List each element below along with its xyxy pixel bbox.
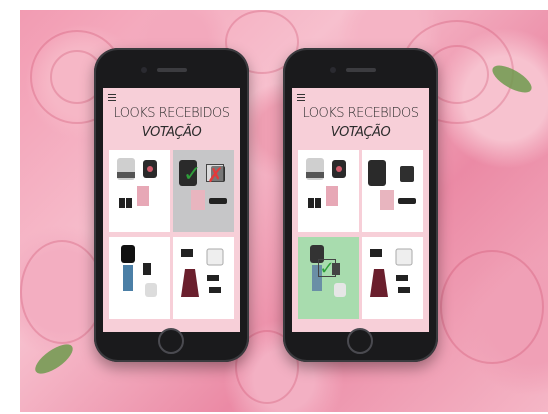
home-button[interactable] (158, 328, 184, 354)
outfit-illustration (306, 158, 346, 208)
app-screen: LOOKS RECEBIDOS VOTAÇÃO ✓ ✗ (103, 88, 240, 332)
page-subtitle: VOTAÇÃO (330, 125, 391, 140)
close-icon[interactable]: ✗ (206, 164, 224, 185)
look-tile-4[interactable] (362, 237, 423, 319)
outfit-illustration (181, 248, 224, 297)
outfit-illustration (368, 160, 416, 210)
check-icon[interactable]: ✓ (318, 259, 336, 278)
front-camera (330, 67, 336, 73)
speaker-grille (346, 68, 376, 72)
look-tile-4[interactable] (173, 237, 234, 319)
rose-leaf (30, 339, 78, 379)
look-tile-2[interactable]: ✓ ✗ (173, 150, 234, 232)
hamburger-menu-icon[interactable] (297, 94, 305, 101)
look-tile-3[interactable]: ✓ (298, 237, 359, 319)
app-screen: LOOKS RECEBIDOS VOTAÇÃO ✓ (292, 88, 429, 332)
rose-petal (440, 250, 544, 364)
phone-right: LOOKS RECEBIDOS VOTAÇÃO ✓ (283, 48, 438, 362)
outfit-illustration (117, 158, 157, 208)
front-camera (141, 67, 147, 73)
phone-left: LOOKS RECEBIDOS VOTAÇÃO ✓ ✗ (94, 48, 249, 362)
look-tile-1[interactable] (109, 150, 170, 232)
rose-petal (20, 240, 104, 344)
page-title: LOOKS RECEBIDOS (113, 106, 230, 121)
home-button[interactable] (347, 328, 373, 354)
check-icon[interactable]: ✓ (183, 164, 201, 186)
hamburger-menu-icon[interactable] (108, 94, 116, 101)
look-tile-2[interactable] (362, 150, 423, 232)
page-title: LOOKS RECEBIDOS (302, 106, 419, 121)
outfit-illustration (121, 245, 157, 297)
speaker-grille (157, 68, 187, 72)
look-tile-1[interactable] (298, 150, 359, 232)
page-subtitle: VOTAÇÃO (141, 125, 202, 140)
outfit-illustration (370, 248, 413, 297)
look-tile-3[interactable] (109, 237, 170, 319)
